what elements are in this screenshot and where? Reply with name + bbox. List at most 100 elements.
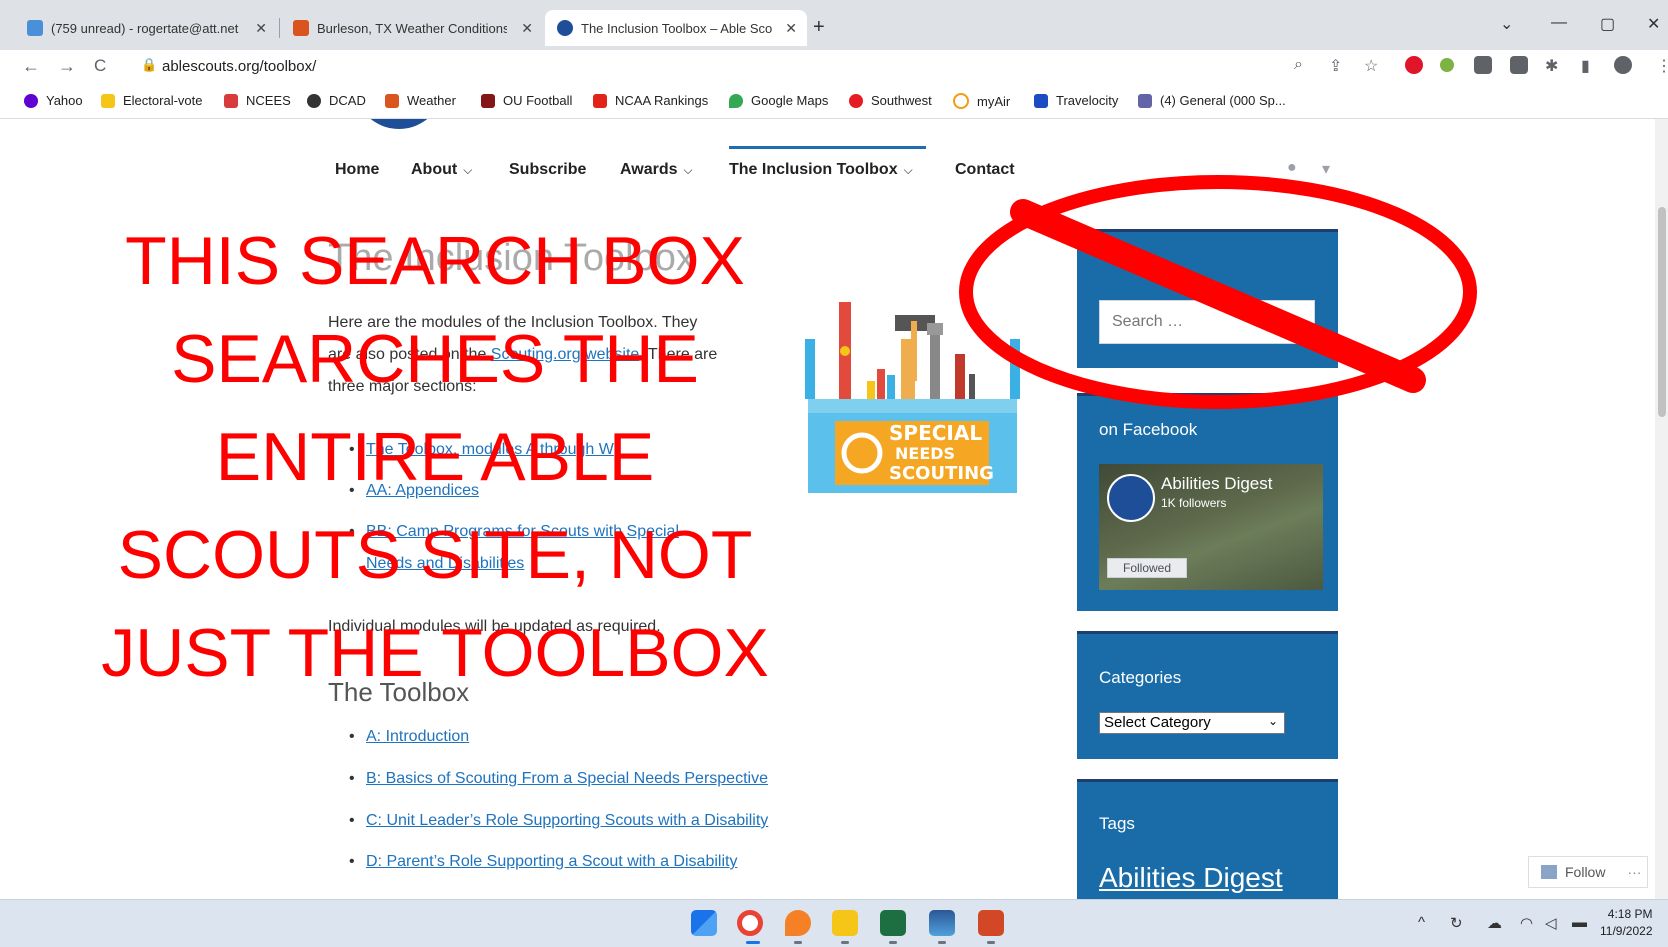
puzzle-extensions-icon[interactable]: ✱ [1545, 56, 1558, 76]
image-text-special: SPECIAL [889, 421, 982, 445]
system-clock[interactable]: 4:18 PM 11/9/2022 [1600, 906, 1653, 940]
nav-home[interactable]: Home [335, 161, 379, 179]
new-tab-button[interactable]: + [813, 16, 825, 39]
nav-awards[interactable]: Awards ⌵ [620, 161, 693, 179]
category-select[interactable]: Select Category ⌄ [1099, 712, 1285, 734]
tab-inclusion-toolbox[interactable]: The Inclusion Toolbox – Able Scouts ✕ [545, 10, 807, 46]
tab-search-icon[interactable]: ⌄ [1500, 14, 1513, 34]
toolbox-section-link[interactable]: The Toolbox, modules A through W [366, 441, 614, 459]
camp-programs-link-continued[interactable]: Needs and Disabilities [366, 555, 524, 573]
bookmark-electoral-vote[interactable]: Electoral-vote [101, 93, 202, 108]
module-d-link[interactable]: D: Parent’s Role Supporting a Scout with… [366, 853, 737, 871]
chevron-up-icon[interactable]: ^ [1418, 914, 1425, 931]
tag-abilities-digest[interactable]: Abilities Digest [1099, 862, 1283, 894]
bookmark-label: Travelocity [1056, 93, 1119, 108]
powerpoint-icon[interactable] [978, 910, 1004, 936]
appendices-link[interactable]: AA: Appendices [366, 482, 479, 500]
bookmark-label: Weather [407, 93, 456, 108]
weather-icon [385, 93, 399, 108]
fb-page-name[interactable]: Abilities Digest [1161, 474, 1273, 494]
site-search-input[interactable] [1099, 300, 1315, 344]
facebook-page-embed[interactable]: Abilities Digest 1K followers Followed [1099, 464, 1323, 590]
opera-extension-icon[interactable] [1405, 56, 1423, 74]
bookmark-google-maps[interactable]: Google Maps [729, 93, 828, 108]
bullet: • [349, 812, 355, 829]
wifi-icon[interactable]: ◠ [1520, 914, 1533, 932]
camp-programs-link[interactable]: BB: Camp Programs for Scouts with Specia… [366, 523, 679, 541]
follow-button[interactable]: Follow ··· [1528, 856, 1648, 888]
bookmark-label: DCAD [329, 93, 366, 108]
grammarly-extension-icon[interactable] [1440, 58, 1454, 72]
scouting-org-link[interactable]: Scouting.org website [491, 346, 640, 363]
reload-button[interactable]: C [94, 56, 106, 76]
restore-button[interactable]: ▢ [1600, 14, 1615, 34]
fb-followed-button[interactable]: Followed [1107, 558, 1187, 578]
chevron-down-icon: ⌵ [463, 163, 473, 177]
bookmark-ou-football[interactable]: OU Football [481, 93, 572, 108]
sync-icon[interactable]: ↻ [1450, 914, 1463, 932]
file-explorer-icon[interactable] [832, 910, 858, 936]
bookmarks-bar: Yahoo Electoral-vote NCEES DCAD Weather … [0, 84, 1668, 119]
nav-inclusion-toolbox[interactable]: The Inclusion Toolbox ⌵ [729, 161, 913, 179]
twitter-icon[interactable]: ▾ [1322, 159, 1330, 179]
forward-button[interactable]: → [58, 56, 76, 77]
excel-icon[interactable] [880, 910, 906, 936]
site-logo[interactable] [354, 119, 444, 129]
bookmark-dcad[interactable]: DCAD [307, 93, 366, 108]
bookmark-travelocity[interactable]: Travelocity [1034, 93, 1118, 108]
module-b-link[interactable]: B: Basics of Scouting From a Special Nee… [366, 770, 768, 788]
windows-start-icon[interactable] [691, 910, 717, 936]
more-options-icon[interactable]: ··· [1627, 864, 1641, 880]
bookmark-label: NCEES [246, 93, 291, 108]
chrome-icon[interactable] [737, 910, 763, 936]
module-c-link[interactable]: C: Unit Leader’s Role Supporting Scouts … [366, 812, 768, 830]
zoom-icon[interactable]: ⌕ [1294, 56, 1303, 74]
menu-icon[interactable]: ⋮ [1656, 56, 1668, 76]
facebook-icon[interactable]: ● [1287, 159, 1297, 177]
tab-close-icon[interactable]: ✕ [785, 20, 797, 37]
extension-icon[interactable] [1474, 56, 1492, 74]
tab-close-icon[interactable]: ✕ [255, 20, 267, 37]
bookmark-star-icon[interactable]: ☆ [1364, 56, 1378, 76]
tab-close-icon[interactable]: ✕ [521, 20, 533, 37]
intro-line-3: three major sections: [328, 378, 477, 395]
bookmark-teams-general[interactable]: (4) General (000 Sp... [1138, 93, 1286, 108]
battery-icon[interactable]: ▬ [1572, 914, 1587, 931]
tab-title: (759 unread) - rogertate@att.net [51, 20, 239, 36]
scrollbar-thumb[interactable] [1658, 207, 1666, 417]
module-a-link[interactable]: A: Introduction [366, 728, 469, 746]
lock-icon[interactable]: 🔒 [141, 57, 157, 73]
bookmark-ncees[interactable]: NCEES [224, 93, 291, 108]
image-text-scouting: SCOUTING [889, 463, 994, 484]
profile-avatar-icon[interactable] [1614, 56, 1632, 74]
minimize-button[interactable]: — [1551, 14, 1567, 32]
bookmark-label: (4) General (000 Sp... [1160, 93, 1286, 108]
page-title: The Inclusion Toolbox [328, 237, 695, 279]
search-widget [1077, 229, 1338, 368]
bookmark-southwest[interactable]: Southwest [849, 93, 932, 108]
follow-icon [1541, 865, 1557, 879]
nav-about[interactable]: About ⌵ [411, 161, 472, 179]
nav-subscribe[interactable]: Subscribe [509, 161, 586, 179]
tab-email[interactable]: (759 unread) - rogertate@att.net ✕ [15, 10, 277, 46]
intro-text: are also posted on the [328, 346, 491, 363]
address-bar[interactable]: ablescouts.org/toolbox/ [162, 58, 316, 75]
bookmark-myair[interactable]: myAir [953, 93, 1010, 109]
bookmark-ncaa-rankings[interactable]: NCAA Rankings [593, 93, 708, 108]
extension-icon[interactable] [1510, 56, 1528, 74]
nav-contact[interactable]: Contact [955, 161, 1015, 179]
bookmark-weather[interactable]: Weather [385, 93, 456, 108]
intro-text: . There are [639, 346, 718, 363]
back-button[interactable]: ← [22, 56, 40, 77]
tab-weather[interactable]: Burleson, TX Weather Conditions ✕ [281, 10, 543, 46]
share-icon[interactable]: ⇪ [1329, 56, 1342, 76]
bookmark-label: myAir [977, 93, 1011, 109]
side-panel-icon[interactable]: ▮ [1581, 56, 1590, 76]
close-window-button[interactable]: ✕ [1647, 14, 1660, 34]
toolbox-heading: The Toolbox [328, 677, 470, 707]
bookmark-yahoo[interactable]: Yahoo [24, 93, 83, 108]
cloud-icon[interactable]: ☁ [1487, 914, 1502, 932]
app-icon[interactable] [785, 910, 811, 936]
volume-icon[interactable]: ◁ [1545, 914, 1557, 932]
photos-icon[interactable] [929, 910, 955, 936]
